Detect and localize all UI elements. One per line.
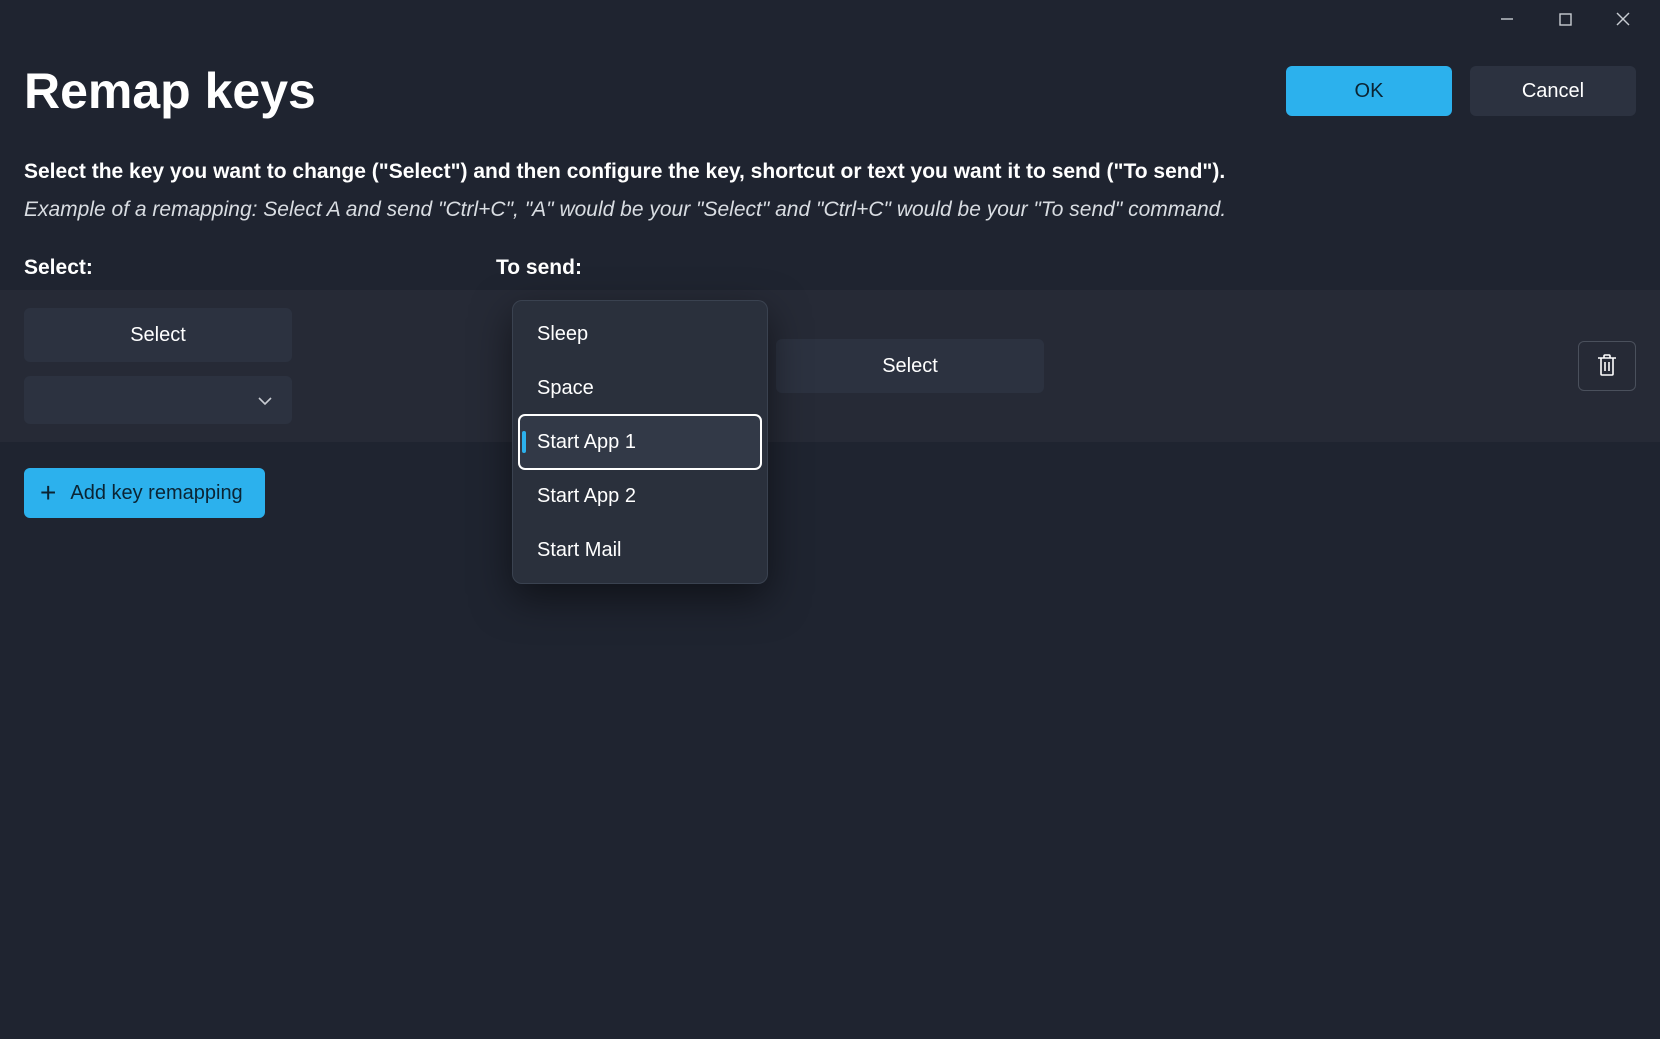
- trash-icon: [1596, 353, 1618, 380]
- page-title: Remap keys: [24, 62, 316, 120]
- window-titlebar: [0, 0, 1660, 38]
- description: Select the key you want to change ("Sele…: [0, 130, 1660, 222]
- chevron-down-icon: [258, 390, 272, 411]
- remapping-row: Select Select: [0, 290, 1660, 442]
- cancel-button[interactable]: Cancel: [1470, 66, 1636, 116]
- window-minimize-button[interactable]: [1478, 0, 1536, 38]
- cell-delete: [1578, 341, 1636, 391]
- delete-remapping-button[interactable]: [1578, 341, 1636, 391]
- dropdown-item-selected[interactable]: Start App 1: [519, 415, 761, 469]
- add-key-remapping-label: Add key remapping: [70, 482, 242, 505]
- column-header-select: Select:: [24, 256, 496, 280]
- add-key-remapping-button[interactable]: + Add key remapping: [24, 468, 265, 518]
- key-dropdown-popup: Sleep Space Start App 1 Start App 2 Star…: [512, 300, 768, 584]
- window-close-button[interactable]: [1594, 0, 1652, 38]
- description-main: Select the key you want to change ("Sele…: [24, 160, 1636, 184]
- select-key-button[interactable]: Select: [24, 308, 292, 362]
- plus-icon: +: [40, 479, 56, 507]
- column-header-to-send: To send:: [496, 256, 896, 280]
- cell-to-send: Select: [776, 339, 1248, 393]
- to-send-select-button[interactable]: Select: [776, 339, 1044, 393]
- description-example: Example of a remapping: Select A and sen…: [24, 198, 1636, 222]
- cell-select: Select: [24, 308, 496, 424]
- header-buttons: OK Cancel: [1286, 66, 1636, 116]
- dropdown-item[interactable]: Start Mail: [519, 523, 761, 577]
- dropdown-item[interactable]: Sleep: [519, 307, 761, 361]
- ok-button[interactable]: OK: [1286, 66, 1452, 116]
- window-maximize-button[interactable]: [1536, 0, 1594, 38]
- column-headers: Select: To send:: [0, 222, 1660, 290]
- dropdown-item[interactable]: Start App 2: [519, 469, 761, 523]
- dropdown-item[interactable]: Space: [519, 361, 761, 415]
- header: Remap keys OK Cancel: [0, 38, 1660, 130]
- select-key-dropdown[interactable]: [24, 376, 292, 424]
